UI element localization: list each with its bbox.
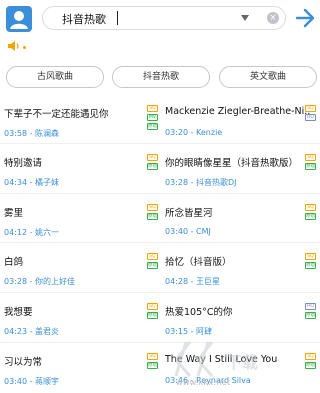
quality-badge: SQ [305, 105, 316, 112]
quality-badge: 原唱 [147, 213, 158, 220]
status-dot [23, 46, 26, 49]
quality-badges: SQ 原唱 [147, 204, 159, 222]
song-item[interactable]: 我想要 04:23 - 盖君炎 SQ 原唱 [4, 303, 164, 361]
tab-label: 英文歌曲 [249, 72, 286, 82]
text-cursor [117, 11, 118, 25]
song-title: 习以为常 [4, 357, 43, 368]
quality-badge: SQ [147, 105, 158, 112]
quality-badge: SQ [147, 154, 158, 161]
quality-badges: SQ HQ [305, 105, 317, 123]
tab-douyin-hits[interactable]: 抖音热歌 [112, 66, 210, 88]
song-meta: 03:40 - 蒋顺宇 [4, 377, 60, 386]
song-item[interactable]: 特别邀请 04:34 - 橘子妹 SQ 原唱 [4, 154, 164, 212]
quality-badge: HQ [305, 303, 316, 310]
quality-badge: 原唱 [305, 213, 316, 220]
speaker-icon[interactable] [7, 40, 21, 52]
search-query[interactable]: 抖音热歌 [62, 11, 106, 27]
song-meta: 03:28 - 抖音热歌DJ [165, 178, 237, 187]
song-meta: 03:20 - Kenzie [165, 128, 223, 137]
song-item[interactable]: 习以为常 03:40 - 蒋顺宇 SQ 原唱 [4, 353, 164, 393]
quality-badge: 原唱 [147, 163, 158, 170]
song-meta: 03:28 - 你的上好佳 [4, 277, 76, 286]
quality-badge: 原唱 [305, 163, 316, 170]
arrow-right-icon[interactable] [296, 8, 314, 28]
quality-badges: SQ MV 原唱 [147, 105, 159, 132]
song-title: Mackenzie Ziegler-Breathe-Ni... [165, 106, 310, 117]
song-item[interactable]: 拾忆（抖音版） 04:28 - 王巨星 SQ 原唱 [165, 253, 320, 311]
user-avatar-icon[interactable] [6, 6, 32, 32]
quality-badge: SQ [147, 204, 158, 211]
tab-label: 抖音热歌 [142, 72, 179, 82]
row-divider [0, 242, 320, 243]
tab-english-songs[interactable]: 英文歌曲 [219, 66, 317, 88]
quality-badges: SQ 原唱 [147, 303, 159, 321]
clear-icon[interactable]: × [267, 12, 279, 24]
quality-badge: SQ [305, 154, 316, 161]
quality-badges: SQ 原唱 [305, 253, 317, 271]
quality-badge: SQ [147, 253, 158, 260]
song-title: 我想要 [4, 307, 33, 318]
song-meta: 04:12 - 姚六一 [4, 228, 60, 237]
watermark-url: www.kkx.net [176, 378, 231, 387]
song-title: 特别邀请 [4, 158, 43, 169]
quality-badge: SQ [147, 303, 158, 310]
svg-text:下载: 下载 [226, 353, 258, 372]
quality-badges: SQ 原唱 [305, 204, 317, 222]
category-tabs: 古风歌曲 抖音热歌 英文歌曲 [0, 66, 320, 90]
quality-badge: SQ [147, 353, 158, 360]
quality-badges: HQ 原唱 [305, 303, 317, 321]
song-title: 你的眼睛像星星（抖音热歌版） [165, 158, 299, 169]
song-title: 下辈子不一定还能遇见你 [4, 109, 109, 120]
quality-badge: HQ [305, 114, 316, 121]
song-title: 热爱105°C的你 [165, 307, 233, 318]
song-meta: 04:34 - 橘子妹 [4, 178, 60, 187]
search-input[interactable]: 抖音热歌 × [42, 6, 286, 30]
row-divider [0, 292, 320, 293]
song-title: 拾忆（抖音版） [165, 257, 232, 268]
tab-ancient-songs[interactable]: 古风歌曲 [6, 66, 104, 88]
song-title: 雾里 [4, 208, 24, 219]
quality-badge: 原唱 [305, 262, 316, 269]
quality-badge: 原唱 [305, 312, 316, 319]
quality-badge: 原唱 [147, 262, 158, 269]
quality-badges: SQ 原唱 [147, 253, 159, 271]
quality-badges: SQ 原唱 [305, 154, 317, 172]
top-bar: 抖音热歌 × [0, 0, 320, 37]
quality-badge: SQ [305, 204, 316, 211]
quality-badge: 原唱 [147, 362, 158, 369]
quality-badge: 原唱 [147, 312, 158, 319]
quality-badge: MV [147, 114, 158, 121]
row-divider [0, 143, 320, 144]
song-title: 所念皆星河 [165, 208, 213, 219]
song-meta: 04:23 - 盖君炎 [4, 327, 60, 336]
song-item[interactable]: 白鸽 03:28 - 你的上好佳 SQ 原唱 [4, 253, 164, 311]
song-title: 白鸽 [4, 257, 24, 268]
song-meta: 03:58 - 陈澜森 [4, 129, 60, 138]
quality-badges: SQ 原唱 [147, 154, 159, 172]
quality-badge: 原唱 [147, 123, 158, 130]
song-meta: 04:28 - 王巨星 [165, 277, 221, 286]
quality-badges: SQ 原唱 [147, 353, 159, 371]
tab-label: 古风歌曲 [36, 72, 73, 82]
row-divider [0, 193, 320, 194]
song-item[interactable]: 你的眼睛像星星（抖音热歌版） 03:28 - 抖音热歌DJ SQ 原唱 [165, 154, 320, 212]
chevron-down-icon[interactable] [241, 15, 249, 21]
song-meta: 03:40 - CMJ [165, 227, 211, 236]
quality-badge: SQ [305, 253, 316, 260]
